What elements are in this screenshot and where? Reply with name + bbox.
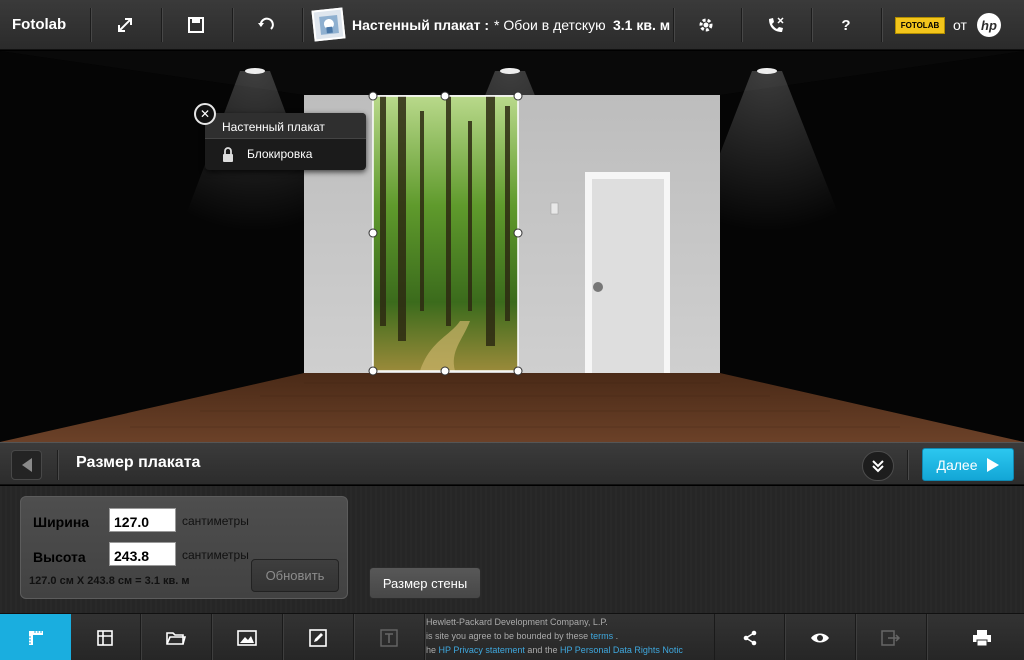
height-label: Высота bbox=[33, 549, 86, 565]
preview-button[interactable] bbox=[785, 614, 856, 660]
width-label: Ширина bbox=[33, 514, 90, 530]
from-label: от bbox=[953, 17, 967, 33]
collapse-panel-button[interactable] bbox=[862, 451, 894, 481]
separator bbox=[302, 8, 303, 42]
room-scene bbox=[0, 51, 1024, 442]
room-preview bbox=[0, 51, 1024, 442]
edit-tool-button[interactable] bbox=[283, 614, 354, 660]
layout-grid-icon bbox=[97, 629, 113, 646]
export-icon bbox=[881, 629, 901, 646]
text-tool-button[interactable] bbox=[354, 614, 425, 660]
phone-support-icon[interactable] bbox=[764, 13, 788, 37]
hp-logo: hp bbox=[977, 13, 1001, 37]
legal-line-3: he HP Privacy statement and the HP Perso… bbox=[426, 643, 715, 657]
share-button[interactable] bbox=[714, 614, 785, 660]
poster-size-form: Ширина сантиметры Высота сантиметры 127.… bbox=[20, 496, 348, 599]
chevron-double-down-icon bbox=[872, 460, 884, 473]
update-button[interactable]: Обновить bbox=[251, 559, 339, 592]
legal-line-2: is site you agree to be bounded by these… bbox=[426, 629, 715, 643]
separator bbox=[881, 8, 882, 42]
lock-label: Блокировка bbox=[247, 147, 313, 161]
next-button[interactable]: Далее bbox=[922, 448, 1014, 481]
separator bbox=[90, 8, 91, 42]
export-button[interactable] bbox=[856, 614, 927, 660]
size-tool-button[interactable] bbox=[0, 614, 71, 660]
legal-text: he bbox=[426, 645, 437, 655]
fotolab-logo: FOTOLAB bbox=[895, 17, 945, 34]
height-unit: сантиметры bbox=[182, 548, 249, 562]
next-label: Далее bbox=[936, 456, 978, 473]
open-tool-button[interactable] bbox=[141, 614, 212, 660]
play-arrow-icon bbox=[986, 457, 999, 472]
settings-icon[interactable] bbox=[694, 13, 718, 37]
expand-icon[interactable] bbox=[113, 13, 137, 37]
product-title: Настенный плакат : bbox=[352, 17, 490, 33]
size-panel: Ширина сантиметры Высота сантиметры 127.… bbox=[0, 486, 1024, 613]
back-arrow-icon bbox=[21, 458, 32, 472]
width-unit: сантиметры bbox=[182, 514, 249, 528]
separator bbox=[161, 8, 162, 42]
separator bbox=[907, 450, 908, 480]
image-tool-button[interactable] bbox=[212, 614, 283, 660]
project-thumbnail bbox=[311, 7, 346, 42]
text-icon bbox=[380, 628, 398, 647]
layout-tool-button[interactable] bbox=[70, 614, 141, 660]
bottom-toolbar: Hewlett-Packard Development Company, L.P… bbox=[0, 613, 1024, 660]
edit-icon bbox=[309, 628, 327, 647]
brand-name: Fotolab bbox=[12, 16, 67, 33]
project-name[interactable]: * Обои в детскую bbox=[494, 17, 606, 33]
terms-link[interactable]: terms bbox=[591, 631, 614, 641]
help-icon[interactable]: ? bbox=[834, 13, 858, 37]
legal-text: and the bbox=[527, 645, 558, 655]
preview-eye-icon bbox=[811, 633, 829, 642]
step-header: Размер плаката Далее bbox=[0, 442, 1024, 485]
data-rights-link[interactable]: HP Personal Data Rights Notic bbox=[560, 645, 683, 655]
legal-text: is site you agree to be bounded by these bbox=[426, 631, 589, 641]
close-icon[interactable]: ✕ bbox=[194, 103, 216, 125]
width-input[interactable] bbox=[109, 508, 176, 532]
image-icon bbox=[237, 629, 257, 646]
legal-text: . bbox=[615, 631, 619, 641]
separator bbox=[741, 8, 742, 42]
separator bbox=[811, 8, 812, 42]
wall-poster[interactable] bbox=[368, 91, 523, 376]
separator bbox=[232, 8, 233, 42]
lock-icon bbox=[222, 147, 234, 165]
legal-line-1: Hewlett-Packard Development Company, L.P… bbox=[426, 617, 608, 627]
top-bar: Fotolab Настенный плакат : * Обои в детс… bbox=[0, 0, 1024, 50]
step-title: Размер плаката bbox=[76, 454, 201, 471]
share-icon bbox=[743, 630, 756, 645]
print-button[interactable] bbox=[946, 614, 1017, 660]
folder-icon bbox=[166, 631, 186, 645]
area-value: 3.1 кв. м bbox=[613, 17, 671, 33]
print-icon bbox=[972, 629, 991, 646]
poster-context-menu: Настенный плакат Блокировка bbox=[205, 113, 366, 170]
height-input[interactable] bbox=[109, 542, 176, 566]
area-calculation: 127.0 см X 243.8 см = 3.1 кв. м bbox=[29, 575, 190, 587]
context-menu-title: Настенный плакат bbox=[205, 113, 366, 139]
undo-icon[interactable] bbox=[254, 13, 278, 37]
lock-menu-item[interactable]: Блокировка bbox=[205, 140, 366, 170]
legal-notice: Hewlett-Packard Development Company, L.P… bbox=[426, 615, 715, 660]
back-button[interactable] bbox=[11, 450, 42, 480]
wall-size-button[interactable]: Размер стены bbox=[369, 567, 481, 599]
separator bbox=[57, 450, 58, 480]
size-ruler-icon bbox=[28, 630, 43, 645]
privacy-link[interactable]: HP Privacy statement bbox=[439, 645, 525, 655]
save-icon[interactable] bbox=[184, 13, 208, 37]
separator bbox=[673, 8, 674, 42]
